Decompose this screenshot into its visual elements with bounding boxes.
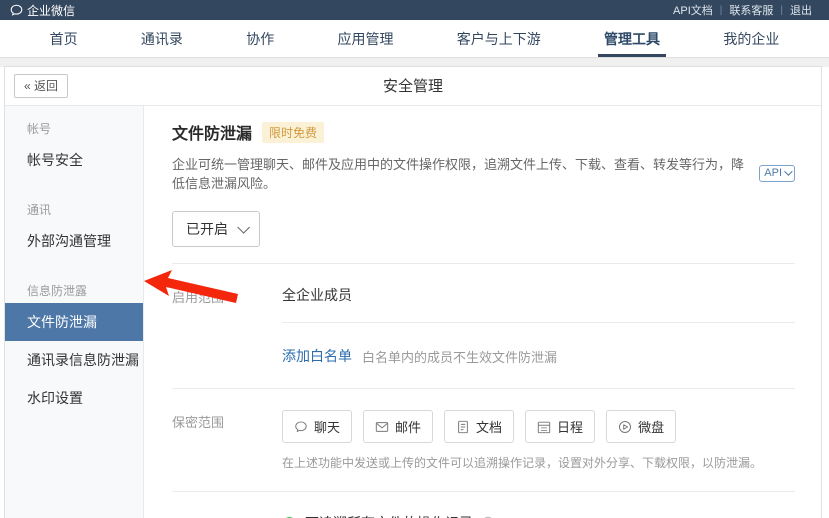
- secrecy-chips: 聊天 邮件 文档 日程: [282, 410, 676, 443]
- sidebar-item-external-comm[interactable]: 外部沟通管理: [5, 222, 143, 260]
- scope-row: 启用范围 全企业成员: [172, 264, 795, 306]
- main-content: 文件防泄漏 限时免费 企业可统一管理聊天、邮件及应用中的文件操作权限，追溯文件上…: [145, 106, 821, 518]
- sidebar-item-contacts-leak-prevention[interactable]: 通讯录信息防泄漏: [5, 341, 143, 379]
- contact-support-link[interactable]: 联系客服: [722, 2, 780, 18]
- back-button[interactable]: « 返回: [14, 74, 68, 98]
- scope-label: 启用范围: [172, 285, 282, 306]
- chip-drive[interactable]: 微盘: [606, 410, 676, 443]
- secrecy-hint: 在上述功能中发送或上传的文件可以追溯操作记录，设置对外分享、下载权限，以防泄漏。: [282, 454, 795, 475]
- chip-chat[interactable]: 聊天: [282, 410, 352, 443]
- sidebar-group-communication: 通讯: [5, 191, 143, 222]
- secrecy-label: 保密范围: [172, 410, 282, 443]
- chat-icon: [294, 420, 308, 434]
- sidebar-item-account-security[interactable]: 帐号安全: [5, 141, 143, 179]
- chip-label: 日程: [557, 417, 583, 436]
- chip-calendar[interactable]: 日程: [525, 410, 595, 443]
- nav-item-my-company[interactable]: 我的企业: [717, 20, 785, 57]
- prevention-label: 防泄漏: [172, 513, 282, 518]
- api-dropdown-button[interactable]: API: [759, 165, 795, 182]
- nav-item-collaboration[interactable]: 协作: [240, 20, 280, 57]
- status-button-label: 已开启: [186, 219, 228, 239]
- nav-item-customers[interactable]: 客户与上下游: [451, 20, 547, 57]
- chip-label: 聊天: [314, 417, 340, 436]
- add-whitelist-link[interactable]: 添加白名单: [282, 346, 352, 366]
- panel-header: « 返回 安全管理: [5, 67, 821, 106]
- secrecy-scope-row: 保密范围 聊天 邮件 文档: [172, 389, 795, 443]
- feature-description-row: 企业可统一管理聊天、邮件及应用中的文件操作权限，追溯文件上传、下载、查看、转发等…: [172, 154, 795, 192]
- status-dropdown-button[interactable]: 已开启: [172, 211, 260, 247]
- sidebar-gap: [5, 260, 143, 272]
- mail-icon: [375, 420, 389, 434]
- sidebar-item-watermark-settings[interactable]: 水印设置: [5, 379, 143, 417]
- prevention-row: 防泄漏 可追溯所有文件的操作记录 微盘文件默认的外部访问期限为7天: [172, 492, 795, 518]
- secrecy-content: 聊天 邮件 文档 日程: [282, 410, 676, 443]
- sidebar-gap: [5, 179, 143, 191]
- sidebar-item-file-leak-prevention[interactable]: 文件防泄漏: [5, 303, 143, 341]
- chip-doc[interactable]: 文档: [444, 410, 514, 443]
- doc-icon: [456, 420, 470, 434]
- content-title: 文件防泄漏: [172, 120, 252, 144]
- whitelist-hint: 白名单内的成员不生效文件防泄漏: [362, 347, 557, 366]
- feature-description: 企业可统一管理聊天、邮件及应用中的文件操作权限，追溯文件上传、下载、查看、转发等…: [172, 154, 751, 192]
- prevention-item-text: 可追溯所有文件的操作记录: [305, 513, 473, 518]
- sidebar-group-info-leak: 信息防泄露: [5, 272, 143, 303]
- nav-item-app-management[interactable]: 应用管理: [331, 20, 399, 57]
- nav-item-contacts[interactable]: 通讯录: [135, 20, 189, 57]
- logo-text: 企业微信: [27, 2, 75, 19]
- primary-nav: 首页 通讯录 协作 应用管理 客户与上下游 管理工具 我的企业: [0, 20, 829, 58]
- page-title: 安全管理: [5, 67, 821, 106]
- api-button-label: API: [764, 166, 782, 181]
- app-window: 企业微信 API文档 | 联系客服 | 退出 首页 通讯录 协作 应用管理 客户…: [0, 0, 829, 518]
- prevention-list: 可追溯所有文件的操作记录 微盘文件默认的外部访问期限为7天: [282, 513, 545, 518]
- settings-sidebar: 帐号 帐号安全 通讯 外部沟通管理 信息防泄露 文件防泄漏 通讯录信息防泄漏 水…: [5, 106, 144, 518]
- chip-label: 邮件: [395, 417, 421, 436]
- chevron-down-icon: [237, 221, 250, 234]
- api-docs-link[interactable]: API文档: [666, 2, 720, 18]
- scope-value: 全企业成员: [282, 285, 352, 306]
- chip-label: 文档: [476, 417, 502, 436]
- content-title-row: 文件防泄漏 限时免费: [172, 120, 795, 144]
- security-panel: « 返回 安全管理 帐号 帐号安全 通讯 外部沟通管理 信息防泄露 文件防泄漏 …: [4, 66, 822, 518]
- chip-label: 微盘: [638, 417, 664, 436]
- chip-mail[interactable]: 邮件: [363, 410, 433, 443]
- sidebar-group-account: 帐号: [5, 110, 143, 141]
- whitelist-row: 添加白名单 白名单内的成员不生效文件防泄漏: [172, 323, 795, 388]
- nav-item-home[interactable]: 首页: [44, 20, 84, 57]
- topbar: 企业微信 API文档 | 联系客服 | 退出: [0, 0, 829, 20]
- nav-item-admin-tools[interactable]: 管理工具: [598, 20, 666, 57]
- logout-link[interactable]: 退出: [783, 2, 819, 18]
- chat-bubble-logo-icon: [10, 4, 23, 17]
- wework-logo: 企业微信: [10, 2, 75, 19]
- drive-icon: [618, 420, 632, 434]
- prevention-item: 可追溯所有文件的操作记录: [282, 513, 545, 518]
- calendar-icon: [537, 420, 551, 434]
- chevron-down-icon: [784, 167, 792, 175]
- free-trial-badge: 限时免费: [262, 122, 324, 143]
